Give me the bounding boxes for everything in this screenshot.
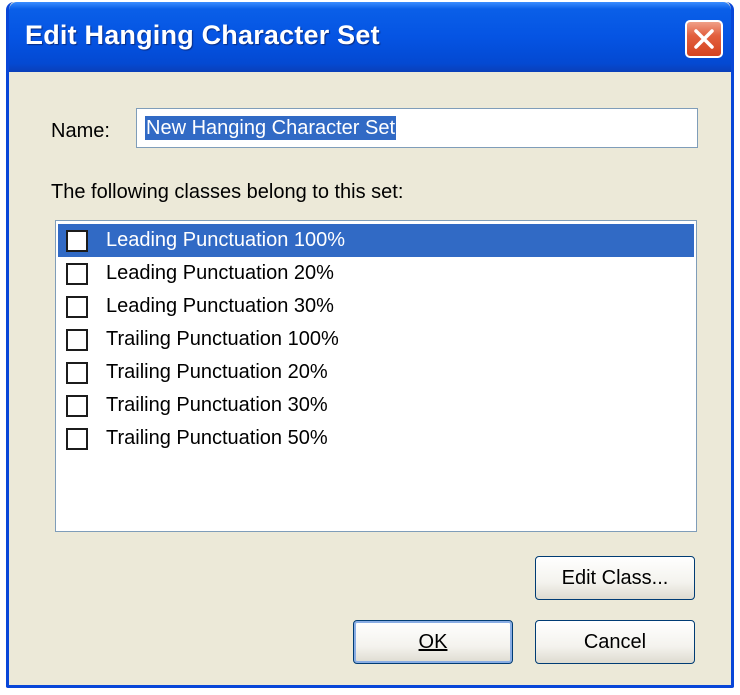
list-item[interactable]: Trailing Punctuation 100% (58, 323, 694, 356)
list-item-checkbox[interactable] (66, 328, 88, 351)
ok-button-label: OK (418, 630, 448, 653)
list-item-label: Leading Punctuation 30% (106, 295, 334, 317)
list-item-label: Leading Punctuation 100% (106, 229, 346, 251)
classes-list[interactable]: Leading Punctuation 100% Leading Punctua… (55, 220, 697, 532)
list-item-label: Trailing Punctuation 30% (106, 394, 328, 416)
close-button[interactable] (685, 20, 723, 58)
edit-class-button[interactable]: Edit Class... (535, 556, 695, 600)
list-item-label: Trailing Punctuation 20% (106, 361, 328, 383)
list-item[interactable]: Trailing Punctuation 50% (58, 422, 694, 455)
cancel-button-label: Cancel (583, 630, 647, 653)
cancel-button[interactable]: Cancel (535, 620, 695, 664)
list-item-checkbox[interactable] (66, 295, 88, 318)
name-label: Name: (51, 120, 110, 142)
dialog-title: Edit Hanging Character Set (25, 20, 380, 50)
list-item[interactable]: Leading Punctuation 100% (58, 224, 694, 257)
list-item[interactable]: Leading Punctuation 20% (58, 257, 694, 290)
list-item-checkbox[interactable] (66, 229, 88, 252)
list-item[interactable]: Trailing Punctuation 30% (58, 389, 694, 422)
title-bar[interactable]: Edit Hanging Character Set (9, 2, 731, 72)
list-item[interactable]: Leading Punctuation 30% (58, 290, 694, 323)
list-item-checkbox[interactable] (66, 361, 88, 384)
list-item-checkbox[interactable] (66, 427, 88, 450)
ok-button[interactable]: OK (353, 620, 513, 664)
list-item-label: Leading Punctuation 20% (106, 262, 334, 284)
dialog-window: Edit Hanging Character Set Name: New Han… (6, 2, 734, 688)
list-item-label: Trailing Punctuation 100% (106, 328, 339, 350)
list-item-label: Trailing Punctuation 50% (106, 427, 328, 449)
close-icon (694, 29, 714, 49)
edit-class-button-label: Edit Class... (561, 566, 669, 589)
name-input[interactable]: New Hanging Character Set (136, 108, 698, 148)
list-item[interactable]: Trailing Punctuation 20% (58, 356, 694, 389)
list-item-checkbox[interactable] (66, 394, 88, 417)
classes-label: The following classes belong to this set… (51, 181, 404, 203)
list-item-checkbox[interactable] (66, 262, 88, 285)
name-input-value: New Hanging Character Set (145, 116, 397, 140)
